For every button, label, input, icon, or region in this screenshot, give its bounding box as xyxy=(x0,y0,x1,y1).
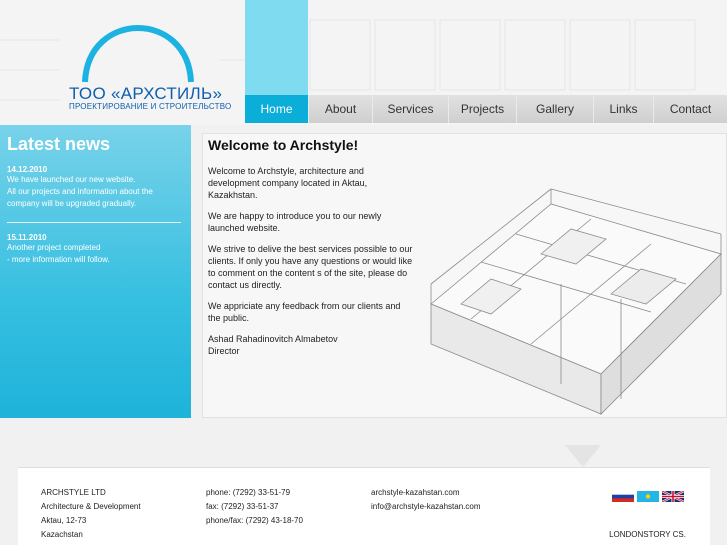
footer-text: Architecture & Development xyxy=(41,502,141,511)
news-text: company will be upgraded gradually. xyxy=(7,199,137,208)
news-heading: Latest news xyxy=(7,134,111,154)
news-text: - more information will follow. xyxy=(7,255,110,264)
footer: ARCHSTYLE LTD Architecture & Development… xyxy=(18,467,710,545)
header: ТОО «АРХСТИЛЬ» ПРОЕКТИРОВАНИЕ И СТРОИТЕЛ… xyxy=(0,0,727,125)
logo-subtitle: ПРОЕКТИРОВАНИЕ И СТРОИТЕЛЬСТВО xyxy=(69,102,232,111)
paragraph: We are happy to introduce you to our new… xyxy=(208,211,382,233)
nav-home[interactable]: Home xyxy=(245,95,309,123)
welcome-text: Welcome to Archstyle! Welcome to Archsty… xyxy=(208,137,413,357)
language-flags xyxy=(612,491,684,502)
news-date: 15.11.2010 xyxy=(7,233,47,242)
main-nav: Home About Services Projects Gallery Lin… xyxy=(245,95,727,123)
website-link[interactable]: archstyle-kazahstan.com xyxy=(371,486,481,500)
uk-flag-icon[interactable] xyxy=(662,491,684,502)
news-text: All our projects and information about t… xyxy=(7,187,153,196)
news-divider xyxy=(7,222,181,223)
news-text: We have launched our new website. xyxy=(7,175,136,184)
paragraph: We strive to delive the best services po… xyxy=(208,244,413,290)
signature-name: Ashad Rahadinovitch Almabetov xyxy=(208,334,338,344)
paragraph: Welcome to Archstyle, architecture and d… xyxy=(208,166,368,200)
nav-about[interactable]: About xyxy=(309,95,373,123)
footer-phones: phone: (7292) 33-51-79 fax: (7292) 33-51… xyxy=(206,486,303,528)
footer-text: Kazachstan xyxy=(41,530,83,539)
latest-news-panel: Latest news 14.12.2010 We have launched … xyxy=(0,125,191,418)
header-accent-strip xyxy=(245,0,308,95)
kazakh-flag-icon[interactable] xyxy=(637,491,659,502)
footer-text: fax: (7292) 33-51-37 xyxy=(206,502,279,511)
building-sketch-image xyxy=(430,188,722,415)
footer-text: phone/fax: (7292) 43-18-70 xyxy=(206,516,303,525)
russian-flag-icon[interactable] xyxy=(612,491,634,502)
footer-text: phone: (7292) 33-51-79 xyxy=(206,488,291,497)
nav-links[interactable]: Links xyxy=(594,95,654,123)
main-content: Welcome to Archstyle! Welcome to Archsty… xyxy=(202,133,727,418)
paragraph: We appriciate any feedback from our clie… xyxy=(208,301,401,323)
footer-notch xyxy=(565,445,601,467)
footer-text: ARCHSTYLE LTD xyxy=(41,488,106,497)
footer-text: Aktau, 12-73 xyxy=(41,516,87,525)
footer-web: archstyle-kazahstan.com info@archstyle-k… xyxy=(371,486,481,514)
logo-title[interactable]: ТОО «АРХСТИЛЬ» xyxy=(69,84,222,104)
nav-gallery[interactable]: Gallery xyxy=(517,95,594,123)
page-title: Welcome to Archstyle! xyxy=(208,137,359,153)
nav-contact[interactable]: Contact xyxy=(654,95,727,123)
nav-services[interactable]: Services xyxy=(373,95,449,123)
footer-company: ARCHSTYLE LTD Architecture & Development… xyxy=(41,486,141,542)
signature-title: Director xyxy=(208,346,240,356)
credit-link[interactable]: LONDONSTORY CS. xyxy=(609,530,686,539)
news-text: Another project completed xyxy=(7,243,101,252)
email-link[interactable]: info@archstyle-kazahstan.com xyxy=(371,500,481,514)
news-date: 14.12.2010 xyxy=(7,165,48,174)
nav-projects[interactable]: Projects xyxy=(449,95,517,123)
